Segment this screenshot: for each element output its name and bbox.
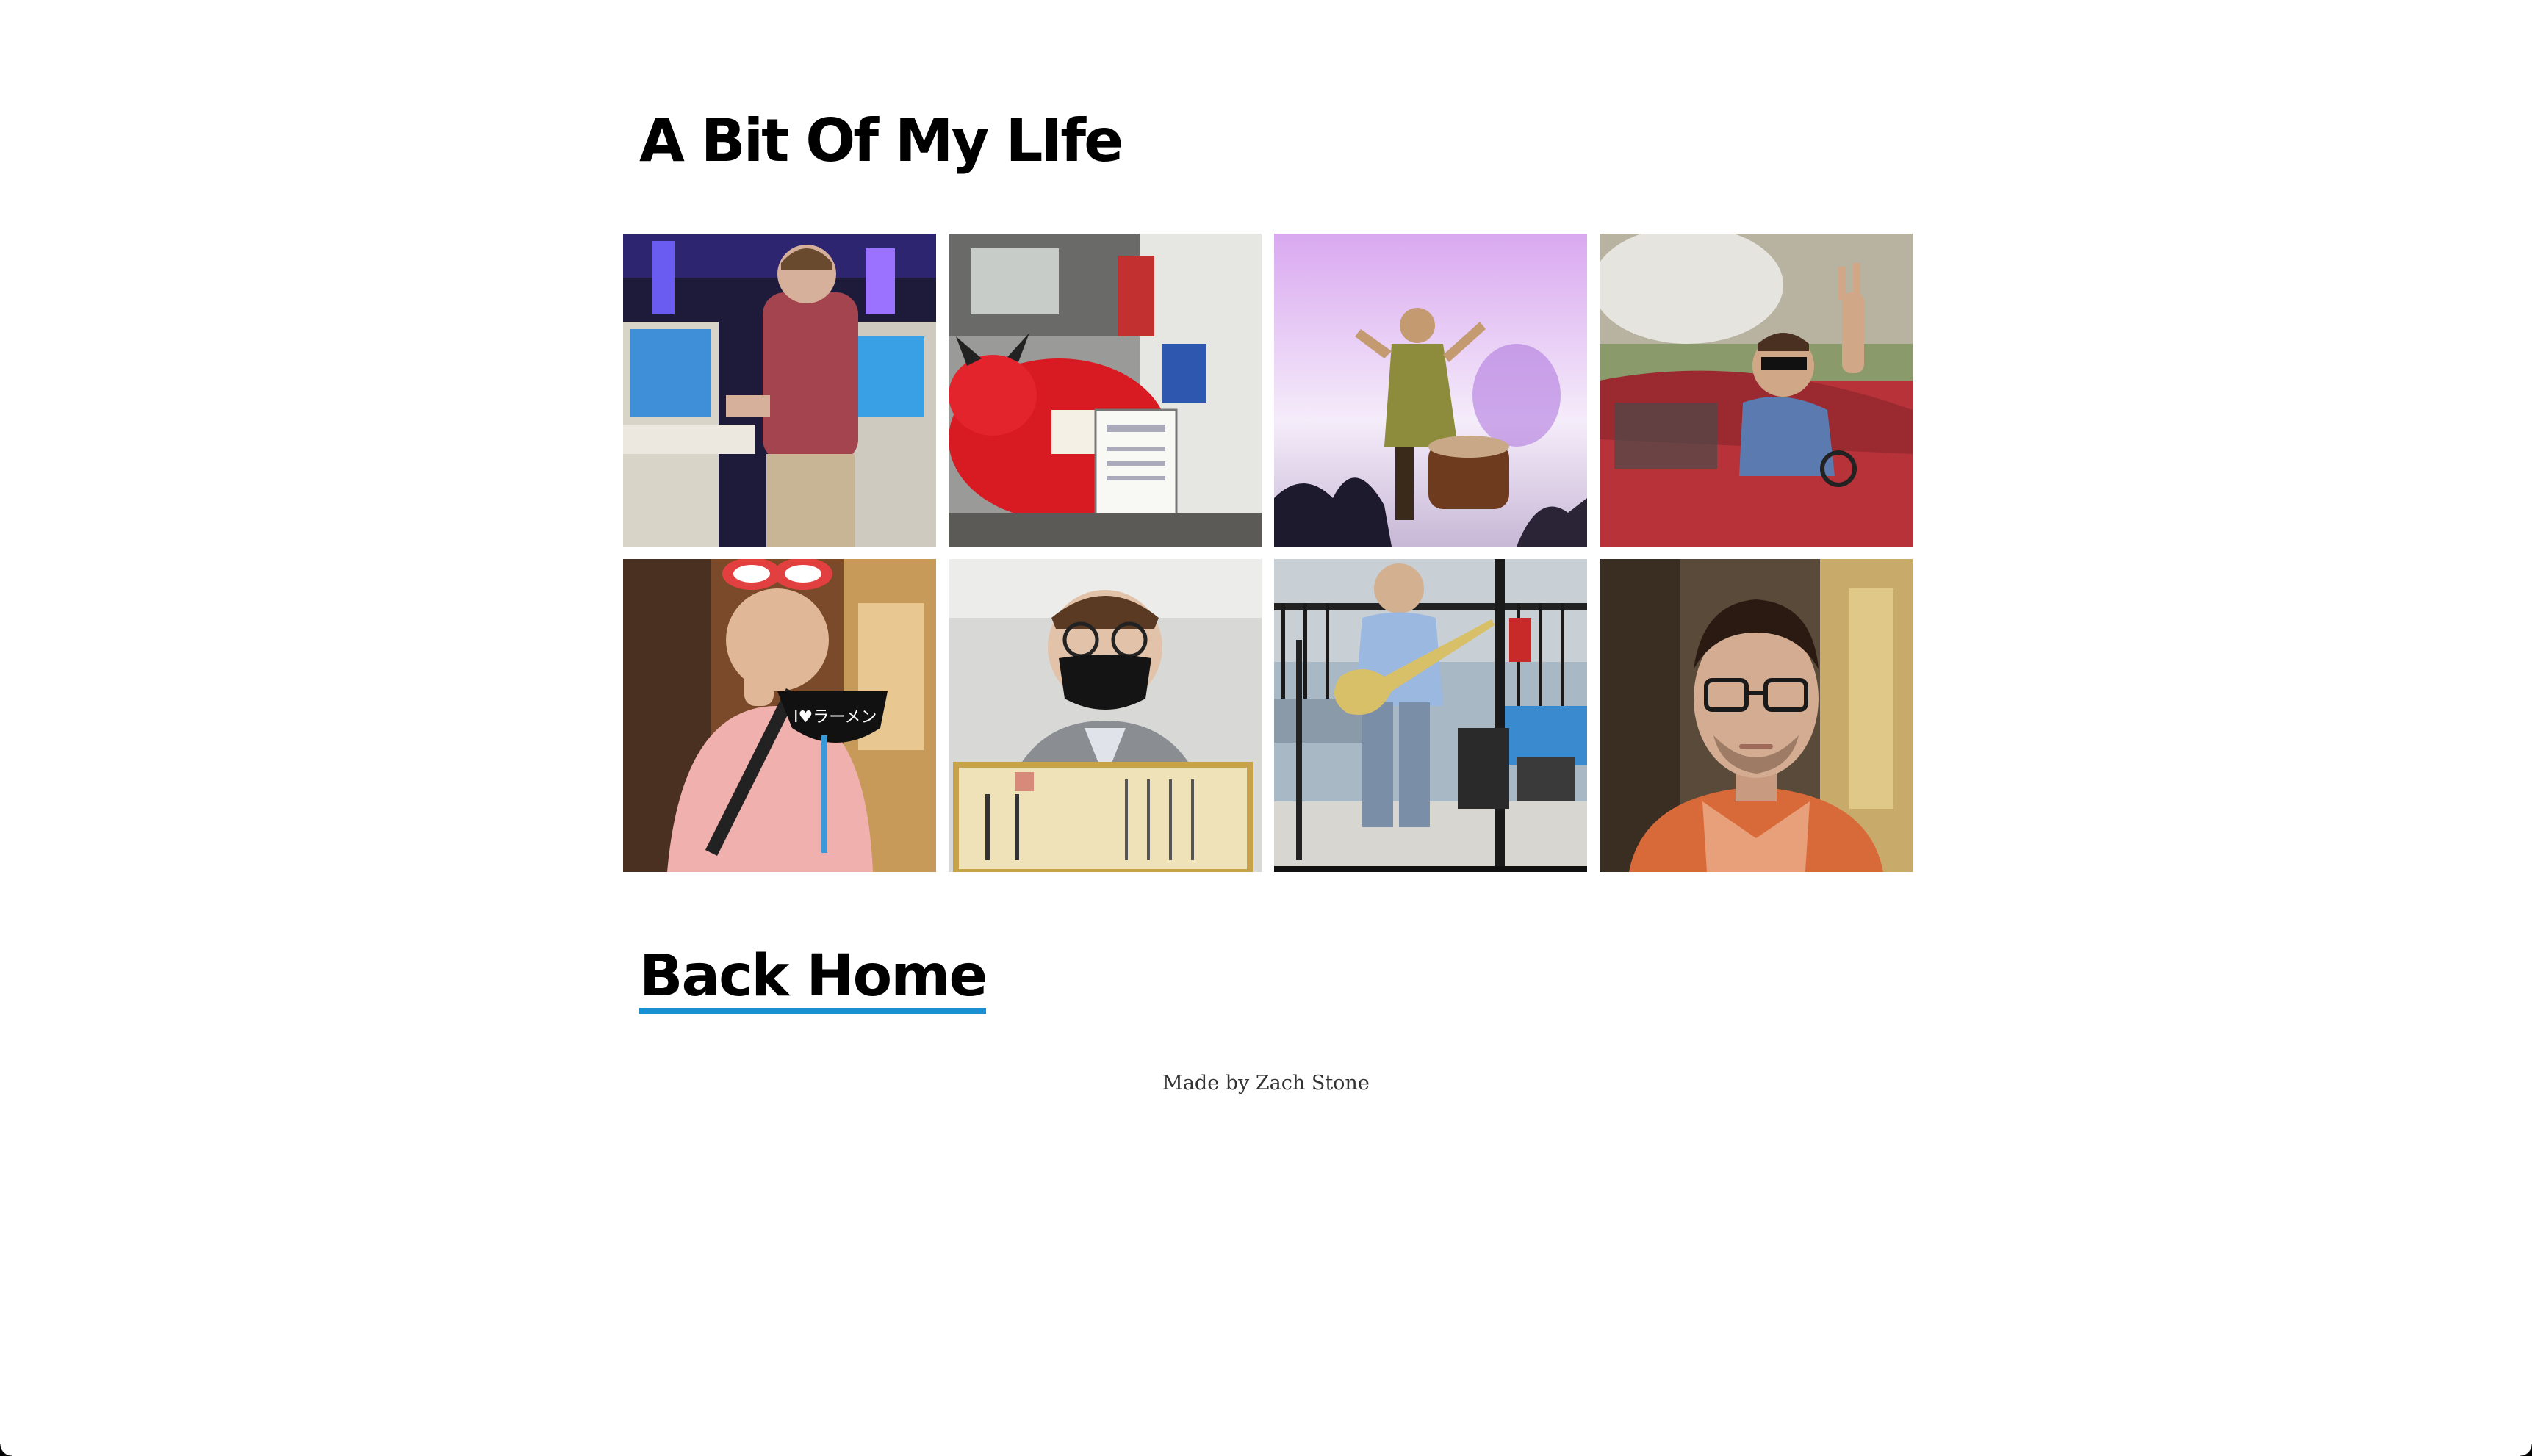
photo-red-akabeko-cow-statue[interactable] xyxy=(949,234,1262,547)
page: A Bit Of My LIfe I♥ラーメン Back Home Made b… xyxy=(0,0,2532,1456)
photo-gallery: I♥ラーメン xyxy=(623,234,1913,872)
photo-convertible-car-peace-sign[interactable] xyxy=(1600,234,1913,547)
photo-masked-man-with-certificate[interactable] xyxy=(949,559,1262,872)
photo-arcade-rhythm-game[interactable] xyxy=(623,234,936,547)
photo-taiko-drummer-on-stage[interactable] xyxy=(1274,234,1587,547)
photo-bass-guitar-performance[interactable] xyxy=(1274,559,1587,872)
back-home-link[interactable]: Back Home xyxy=(639,948,988,1014)
window-corner-bottom-left xyxy=(0,1444,12,1456)
page-title: A Bit Of My LIfe xyxy=(639,107,1123,175)
photo-ramen-sign-mustache-mask[interactable]: I♥ラーメン xyxy=(623,559,936,872)
svg-text:I♥ラーメン: I♥ラーメン xyxy=(794,708,877,727)
photo-selfie-with-glasses[interactable] xyxy=(1600,559,1913,872)
footer-credit: Made by Zach Stone xyxy=(1162,1072,1370,1095)
window-corner-bottom-right xyxy=(2520,1444,2532,1456)
